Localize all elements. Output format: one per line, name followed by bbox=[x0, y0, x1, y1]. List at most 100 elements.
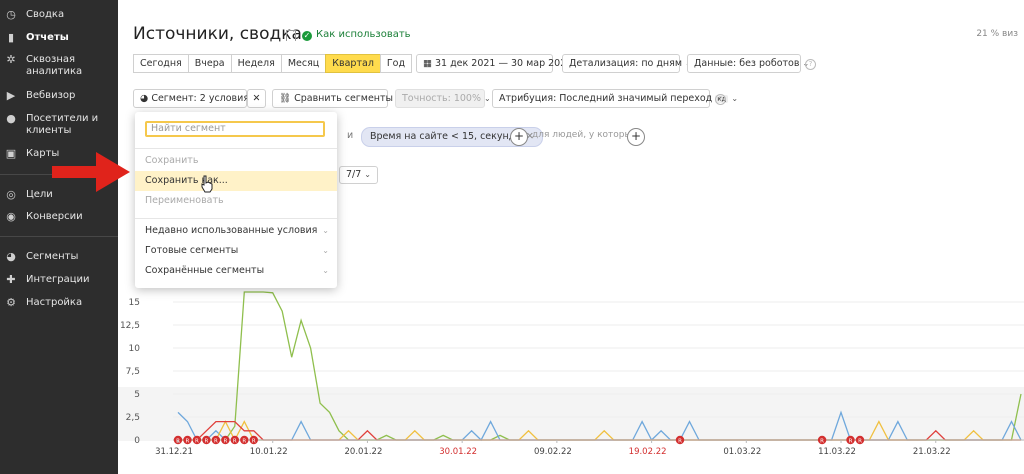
how-to-use-link[interactable]: ✓ Как использовать bbox=[302, 29, 411, 41]
menu-item-rename[interactable]: Переименовать bbox=[135, 191, 337, 211]
integrations-icon: ✚ bbox=[6, 273, 16, 286]
reports-icon: ▮ bbox=[7, 31, 15, 44]
chart-series-selector[interactable]: 7/7 ⌄ bbox=[339, 166, 378, 184]
add-condition-button[interactable]: + bbox=[510, 128, 528, 146]
sidebar-item-webvisor[interactable]: ▶ Вебвизор bbox=[0, 90, 118, 102]
annotation-marker-label: R bbox=[252, 439, 256, 445]
sidebar: ◷ Сводка ▮ Отчеты ✲ Сквозная аналитика ▶ Веб… bbox=[0, 0, 118, 474]
hand-cursor-icon bbox=[201, 175, 213, 193]
sidebar-item-integrations[interactable]: ✚ Интеграции bbox=[0, 274, 118, 286]
visitors-icon: ● bbox=[6, 112, 16, 125]
period-week[interactable]: Неделя bbox=[230, 54, 281, 73]
annotation-marker-label: R bbox=[223, 439, 227, 445]
y-tick-label: 12,5 bbox=[120, 321, 140, 331]
settings-icon: ⚙ bbox=[6, 296, 16, 309]
segment-search-input[interactable]: Найти сегмент bbox=[145, 121, 325, 137]
sidebar-item-summary[interactable]: ◷ Сводка bbox=[0, 9, 118, 21]
sidebar-item-end-to-end-analytics[interactable]: ✲ Сквозная аналитика bbox=[0, 54, 118, 78]
help-icon[interactable]: ? bbox=[715, 94, 726, 105]
x-tick-label: 11.03.22 bbox=[818, 447, 856, 457]
annotation-marker-label: R bbox=[233, 439, 237, 445]
page-title: Источники, сводка bbox=[133, 24, 302, 44]
y-tick-label: 7,5 bbox=[126, 367, 140, 377]
x-tick-label: 31.12.21 bbox=[155, 447, 193, 457]
compare-icon: ⛓ bbox=[279, 93, 295, 104]
close-icon: ✕ bbox=[252, 93, 261, 104]
x-tick-label: 01.03.22 bbox=[723, 447, 761, 457]
y-tick-label: 10 bbox=[129, 344, 141, 354]
sidebar-item-conversions[interactable]: ◉ Конверсии bbox=[0, 211, 118, 223]
for-people-label: для людей, у которых bbox=[532, 130, 637, 140]
sidebar-divider bbox=[0, 236, 118, 237]
y-tick-label: 0 bbox=[134, 436, 140, 446]
period-yesterday[interactable]: Вчера bbox=[187, 54, 231, 73]
period-selector: Сегодня Вчера Неделя Месяц Квартал Год bbox=[133, 54, 413, 73]
chart-area: 02,557,51012,515 RRRRRRRRRRRRR 31.12.211… bbox=[118, 290, 1024, 474]
chevron-down-icon: ⌄ bbox=[322, 266, 329, 275]
chevron-down-icon: ⌄ bbox=[484, 94, 491, 103]
x-tick-label: 19.02.22 bbox=[629, 447, 667, 457]
dashboard-icon: ◷ bbox=[6, 8, 16, 21]
data-dropdown[interactable]: Данные: без роботов ⌄ bbox=[687, 54, 809, 73]
chart-weekend-band bbox=[118, 387, 1024, 441]
segment-clear-button[interactable]: ✕ bbox=[247, 89, 266, 108]
menu-item-recent-conditions[interactable]: Недавно использованные условия ⌄ bbox=[135, 221, 337, 241]
x-tick-label: 10.01.22 bbox=[250, 447, 288, 457]
sidebar-item-settings[interactable]: ⚙ Настройка bbox=[0, 297, 118, 309]
annotation-marker-label: R bbox=[858, 439, 862, 445]
annotation-marker-label: R bbox=[820, 439, 824, 445]
goals-icon: ◎ bbox=[6, 188, 16, 201]
x-tick-label: 09.02.22 bbox=[534, 447, 572, 457]
red-arrow-annotation bbox=[52, 152, 130, 192]
maps-icon: ▣ bbox=[5, 147, 17, 160]
end-to-end-analytics-icon: ✲ bbox=[6, 53, 16, 66]
x-tick-label: 20.01.22 bbox=[345, 447, 383, 457]
chevron-down-icon: ⌄ bbox=[322, 246, 329, 255]
menu-item-ready-segments[interactable]: Готовые сегменты ⌄ bbox=[135, 241, 337, 261]
menu-item-saved-segments[interactable]: Сохранённые сегменты ⌄ bbox=[135, 261, 337, 281]
date-range-button[interactable]: ▦ 31 дек 2021 — 30 мар 2022 bbox=[416, 54, 572, 73]
sidebar-item-reports[interactable]: ▮ Отчеты bbox=[0, 32, 118, 44]
period-quarter[interactable]: Квартал bbox=[325, 54, 380, 73]
visits-sampling-note: 21 % виз bbox=[976, 29, 1018, 39]
add-people-condition-button[interactable]: + bbox=[627, 128, 645, 146]
annotation-marker-label: R bbox=[678, 439, 682, 445]
x-tick-label: 30.01.22 bbox=[439, 447, 477, 457]
chevron-down-icon: ⌄ bbox=[364, 170, 371, 179]
annotation-marker-label: R bbox=[214, 439, 218, 445]
segment-pie-icon: ◕ bbox=[140, 93, 152, 104]
menu-divider bbox=[135, 148, 337, 149]
period-year[interactable]: Год bbox=[379, 54, 413, 73]
menu-item-save-as[interactable]: Сохранить как... bbox=[135, 171, 337, 191]
segments-icon: ◕ bbox=[6, 250, 16, 263]
x-tick-label: 21.03.22 bbox=[913, 447, 951, 457]
compare-segments-dropdown[interactable]: ⛓ Сравнить сегменты⌄ bbox=[272, 89, 403, 108]
chevron-down-icon: ⌄ bbox=[731, 94, 739, 103]
period-today[interactable]: Сегодня bbox=[133, 54, 188, 73]
annotation-marker-label: R bbox=[205, 439, 209, 445]
calendar-icon: ▦ bbox=[423, 58, 435, 69]
accuracy-dropdown[interactable]: Точность: 100% ⌄ bbox=[395, 89, 491, 108]
annotation-marker-label: R bbox=[242, 439, 246, 445]
y-tick-label: 2,5 bbox=[126, 413, 140, 423]
webvisor-play-icon: ▶ bbox=[6, 89, 16, 102]
y-tick-label: 5 bbox=[134, 390, 140, 400]
annotation-marker-label: R bbox=[849, 439, 853, 445]
check-icon: ✓ bbox=[302, 31, 312, 41]
segment-dropdown[interactable]: ◕ Сегмент: 2 условия⌃ bbox=[133, 89, 259, 108]
y-tick-label: 15 bbox=[129, 298, 140, 308]
period-month[interactable]: Месяц bbox=[280, 54, 326, 73]
annotation-marker-label: R bbox=[195, 439, 199, 445]
chevron-down-icon: ⌄ bbox=[322, 226, 329, 235]
attribution-dropdown[interactable]: Атрибуция: Последний значимый переход кд… bbox=[492, 89, 738, 108]
menu-item-save[interactable]: Сохранить bbox=[135, 151, 337, 171]
detail-dropdown[interactable]: Детализация: по дням⌄ bbox=[562, 54, 692, 73]
sidebar-item-visitors[interactable]: ● Посетители и клиенты bbox=[0, 113, 118, 137]
conversions-icon: ◉ bbox=[6, 210, 16, 223]
condition-and-label: и bbox=[347, 130, 354, 141]
segment-dropdown-menu: Найти сегмент Сохранить Сохранить как...… bbox=[135, 112, 337, 288]
sidebar-item-segments[interactable]: ◕ Сегменты bbox=[0, 251, 118, 263]
bookmark-icon[interactable] bbox=[286, 30, 296, 41]
help-icon[interactable]: ? bbox=[805, 59, 816, 70]
menu-divider bbox=[135, 218, 337, 219]
